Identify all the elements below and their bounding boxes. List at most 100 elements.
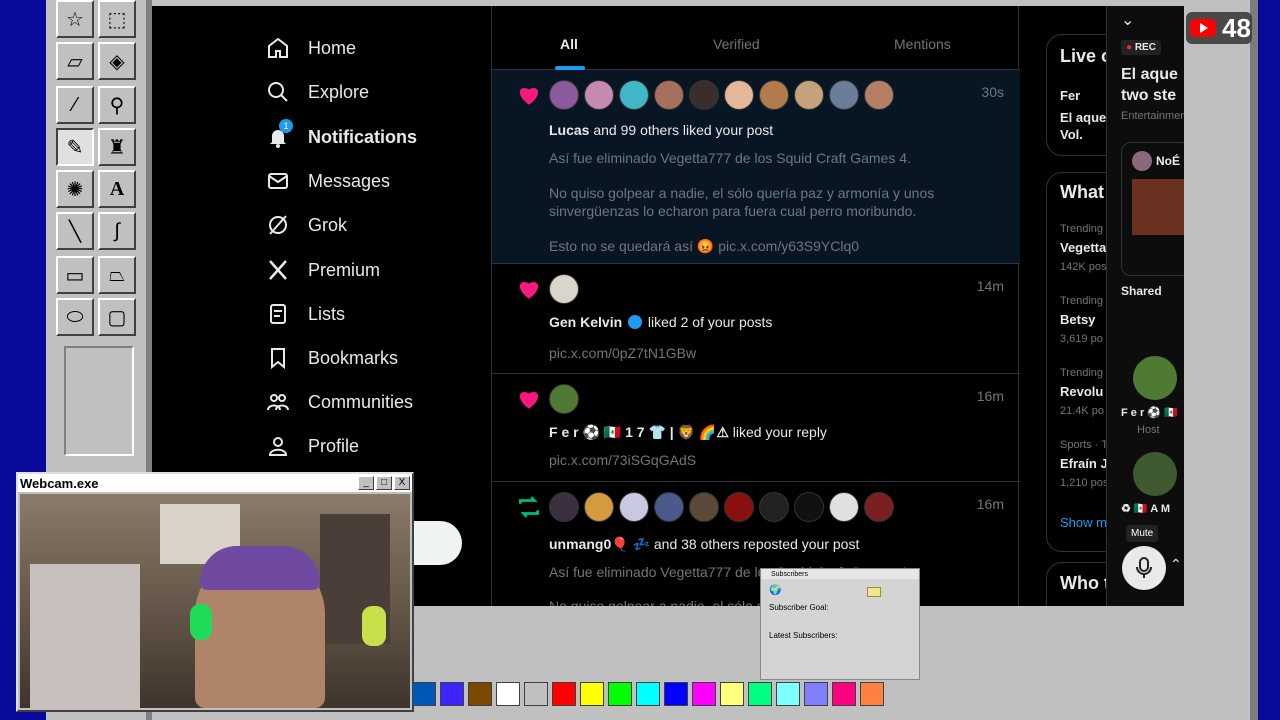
timestamp[interactable]: 16m bbox=[977, 388, 1004, 404]
avatar[interactable] bbox=[829, 80, 859, 110]
rectangle-tool-icon[interactable]: ▭ bbox=[56, 256, 94, 294]
subscribers-titlebar[interactable]: Subscribers bbox=[761, 569, 919, 579]
palette-swatch[interactable] bbox=[440, 682, 464, 706]
avatar[interactable] bbox=[829, 492, 859, 522]
timestamp[interactable]: 30s bbox=[981, 84, 1004, 100]
text-tool-icon[interactable]: A bbox=[98, 170, 136, 208]
trend-name[interactable]: Betsy bbox=[1060, 312, 1095, 327]
nav-home[interactable]: Home bbox=[266, 28, 356, 68]
line-tool-icon[interactable]: ╲ bbox=[56, 212, 94, 250]
avatar[interactable] bbox=[794, 492, 824, 522]
minimize-button[interactable]: _ bbox=[358, 476, 374, 490]
fill-bucket-icon[interactable]: ◈ bbox=[98, 42, 136, 80]
rect-select-icon[interactable]: ⬚ bbox=[98, 0, 136, 38]
nav-bookmarks[interactable]: Bookmarks bbox=[266, 338, 398, 378]
show-more-link[interactable]: Show m bbox=[1060, 515, 1107, 530]
palette-swatch[interactable] bbox=[552, 682, 576, 706]
curve-tool-icon[interactable]: ∫ bbox=[98, 212, 136, 250]
palette-swatch[interactable] bbox=[412, 682, 436, 706]
speaker-avatar[interactable] bbox=[1133, 452, 1177, 496]
notification-item[interactable]: 16m F e r ⚽ 🇲🇽 1 7 👕 | 🦁 🌈⚠ liked your r… bbox=[492, 374, 1020, 482]
actor-name[interactable]: Gen Kelvin bbox=[549, 314, 622, 330]
avatar[interactable] bbox=[584, 492, 614, 522]
avatar[interactable] bbox=[689, 80, 719, 110]
notification-item[interactable]: 30s Lucas and 99 others liked your post … bbox=[492, 70, 1020, 264]
actor-name[interactable]: Lucas bbox=[549, 122, 589, 138]
collapse-chevron-icon[interactable]: ⌄ bbox=[1121, 10, 1134, 30]
timestamp[interactable]: 16m bbox=[977, 496, 1004, 512]
avatar[interactable] bbox=[864, 492, 894, 522]
avatar[interactable] bbox=[549, 492, 579, 522]
color-picker-icon[interactable]: ⁄ bbox=[56, 86, 94, 124]
palette-swatch[interactable] bbox=[860, 682, 884, 706]
actor-name[interactable]: F e r ⚽ 🇲🇽 1 7 👕 | 🦁 🌈⚠ bbox=[549, 424, 729, 440]
polygon-tool-icon[interactable]: ⏢ bbox=[98, 256, 136, 294]
tab-all[interactable]: All bbox=[560, 36, 578, 52]
avatar[interactable] bbox=[759, 80, 789, 110]
close-button[interactable]: X bbox=[394, 476, 410, 490]
palette-swatch[interactable] bbox=[748, 682, 772, 706]
avatar[interactable] bbox=[794, 80, 824, 110]
shared-post-card[interactable]: NoÉ bbox=[1121, 142, 1184, 276]
avatar[interactable] bbox=[689, 492, 719, 522]
palette-swatch[interactable] bbox=[524, 682, 548, 706]
brush-icon[interactable]: ♜ bbox=[98, 128, 136, 166]
eraser-icon[interactable]: ▱ bbox=[56, 42, 94, 80]
post-preview-line[interactable]: pic.x.com/0pZ7tN1GBw bbox=[549, 345, 696, 361]
palette-swatch[interactable] bbox=[720, 682, 744, 706]
live-host-name[interactable]: Fer bbox=[1060, 88, 1080, 103]
palette-swatch[interactable] bbox=[664, 682, 688, 706]
avatar[interactable] bbox=[864, 80, 894, 110]
webcam-titlebar[interactable]: Webcam.exe _ □ X bbox=[18, 474, 412, 492]
avatar[interactable] bbox=[654, 492, 684, 522]
nav-notifications[interactable]: 1 Notifications bbox=[266, 117, 417, 157]
palette-swatch[interactable] bbox=[496, 682, 520, 706]
palette-swatch[interactable] bbox=[832, 682, 856, 706]
live-space-title[interactable]: El aque bbox=[1060, 110, 1106, 125]
avatar[interactable] bbox=[724, 80, 754, 110]
mic-button[interactable] bbox=[1122, 546, 1166, 590]
nav-grok[interactable]: Grok bbox=[266, 205, 347, 245]
palette-swatch[interactable] bbox=[608, 682, 632, 706]
notification-item[interactable]: 16m unmang0🎈 💤 and 38 others reposted yo… bbox=[492, 482, 1020, 606]
palette-swatch[interactable] bbox=[580, 682, 604, 706]
palette-swatch[interactable] bbox=[636, 682, 660, 706]
avatar[interactable] bbox=[549, 384, 579, 414]
avatar[interactable] bbox=[584, 80, 614, 110]
palette-swatch[interactable] bbox=[468, 682, 492, 706]
avatar[interactable] bbox=[619, 492, 649, 522]
airbrush-icon[interactable]: ✺ bbox=[56, 170, 94, 208]
nav-messages[interactable]: Messages bbox=[266, 161, 390, 201]
avatar[interactable] bbox=[549, 274, 579, 304]
trend-name[interactable]: Efraín J bbox=[1060, 456, 1108, 471]
expand-chevron-icon[interactable]: ⌃ bbox=[1170, 556, 1182, 573]
nav-premium[interactable]: Premium bbox=[266, 250, 380, 290]
nav-explore[interactable]: Explore bbox=[266, 72, 369, 112]
nav-lists[interactable]: Lists bbox=[266, 294, 345, 334]
pencil-icon[interactable]: ✎ bbox=[56, 128, 94, 166]
avatar[interactable] bbox=[619, 80, 649, 110]
avatar[interactable] bbox=[654, 80, 684, 110]
actor-name[interactable]: unmang0🎈 💤 bbox=[549, 536, 650, 552]
nav-profile[interactable]: Profile bbox=[266, 426, 359, 466]
palette-swatch[interactable] bbox=[692, 682, 716, 706]
ellipse-tool-icon[interactable]: ⬭ bbox=[56, 298, 94, 336]
magnifier-icon[interactable]: ⚲ bbox=[98, 86, 136, 124]
trend-name[interactable]: Vegetta bbox=[1060, 240, 1106, 255]
rounded-rect-tool-icon[interactable]: ▢ bbox=[98, 298, 136, 336]
nav-communities[interactable]: Communities bbox=[266, 382, 413, 422]
maximize-button[interactable]: □ bbox=[376, 476, 392, 490]
post-preview-line[interactable]: pic.x.com/73iSGqGAdS bbox=[549, 452, 696, 468]
avatar[interactable] bbox=[549, 80, 579, 110]
palette-swatch[interactable] bbox=[804, 682, 828, 706]
palette-swatch[interactable] bbox=[776, 682, 800, 706]
tab-verified[interactable]: Verified bbox=[713, 36, 760, 52]
trend-name[interactable]: Revolu bbox=[1060, 384, 1103, 399]
free-select-icon[interactable]: ☆ bbox=[56, 0, 94, 38]
tab-mentions[interactable]: Mentions bbox=[894, 36, 951, 52]
host-avatar[interactable] bbox=[1133, 356, 1177, 400]
avatar[interactable] bbox=[759, 492, 789, 522]
avatar[interactable] bbox=[724, 492, 754, 522]
notification-item[interactable]: 14m Gen Kelvin liked 2 of your posts pic… bbox=[492, 264, 1020, 374]
timestamp[interactable]: 14m bbox=[977, 278, 1004, 294]
